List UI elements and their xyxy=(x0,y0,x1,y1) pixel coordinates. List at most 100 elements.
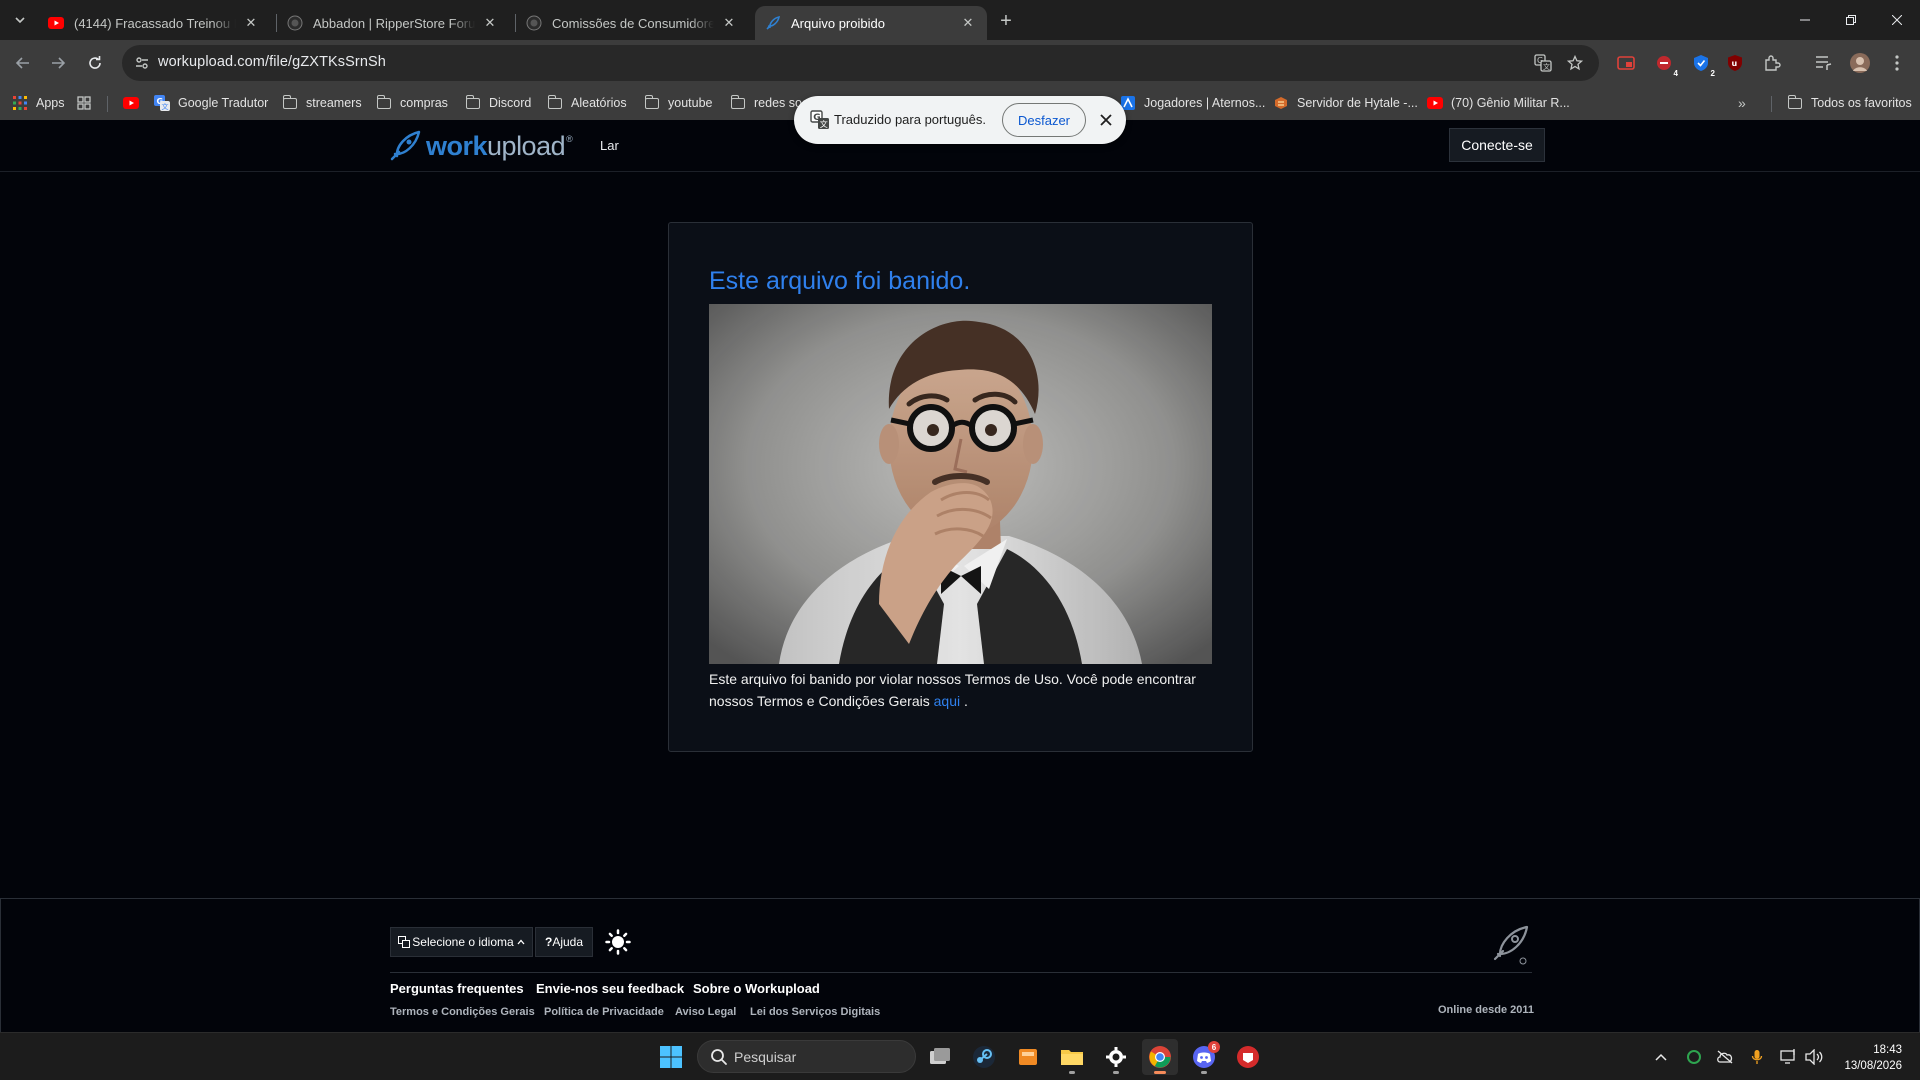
bookmark-apps[interactable]: Apps xyxy=(12,92,65,114)
profile-avatar[interactable] xyxy=(1848,51,1872,75)
ban-explanation-text: Este arquivo foi banido por violar nosso… xyxy=(709,669,1212,712)
translate-page-icon[interactable]: G文 xyxy=(1531,51,1555,75)
browser-tab-4-active[interactable]: Arquivo proibido ✕ xyxy=(755,6,987,40)
tray-cloud-offline[interactable] xyxy=(1714,1046,1736,1068)
clock-time: 18:43 xyxy=(1873,1044,1902,1056)
reload-button[interactable] xyxy=(80,48,110,78)
footer-link-legal-notice[interactable]: Aviso Legal xyxy=(675,1006,736,1018)
new-tab-button[interactable]: + xyxy=(993,8,1019,34)
browser-tab-3[interactable]: Comissões de Consumidores de ✕ xyxy=(516,6,748,40)
folder-icon xyxy=(376,94,392,111)
terms-here-link[interactable]: aqui xyxy=(934,693,960,709)
tray-green-app[interactable] xyxy=(1683,1046,1705,1068)
browser-tab-1[interactable]: (4144) Fracassado Treinou PESADO ✕ xyxy=(38,6,270,40)
bookmark-folder-aleatorios[interactable]: Aleatórios xyxy=(547,92,627,114)
bookmark-tab-groups[interactable] xyxy=(76,92,100,114)
theme-toggle-button[interactable] xyxy=(605,929,631,955)
folder-icon xyxy=(1787,94,1803,111)
youtube-icon xyxy=(1427,95,1443,111)
running-indicator xyxy=(1113,1071,1119,1074)
bookmark-youtube[interactable] xyxy=(123,92,147,114)
bookmark-youtube-video[interactable]: (70) Gênio Militar R... xyxy=(1427,92,1570,114)
tab-groups-icon xyxy=(76,95,92,111)
browser-menu-icon[interactable] xyxy=(1885,51,1909,75)
bookmark-folder-youtube[interactable]: youtube xyxy=(644,92,712,114)
reload-icon xyxy=(89,56,101,69)
site-info-icon[interactable] xyxy=(130,51,154,75)
cloud-off-icon xyxy=(1717,1050,1733,1064)
close-translate-bubble-button[interactable] xyxy=(1094,108,1118,132)
footer-link-faq[interactable]: Perguntas frequentes xyxy=(390,981,524,996)
bookmark-star-icon[interactable] xyxy=(1563,51,1587,75)
minimize-button[interactable] xyxy=(1782,0,1828,40)
site-footer: Selecione o idioma ? Ajuda Perguntas fre… xyxy=(0,898,1920,1032)
taskbar-chrome-active[interactable] xyxy=(1142,1039,1178,1075)
tab-search-button[interactable] xyxy=(8,8,32,32)
system-clock[interactable]: 18:43 13/08/2026 xyxy=(1832,1042,1902,1074)
bookmark-folder-discord[interactable]: Discord xyxy=(465,92,531,114)
hytale-icon xyxy=(1273,95,1289,111)
help-button[interactable]: ? Ajuda xyxy=(535,927,593,957)
taskbar-orange-app[interactable] xyxy=(1010,1039,1046,1075)
connect-button[interactable]: Conecte-se xyxy=(1449,128,1545,162)
bookmark-hytale[interactable]: Servidor de Hytale -... xyxy=(1273,92,1418,114)
tray-network[interactable] xyxy=(1778,1046,1800,1068)
taskbar-discord[interactable]: 6 xyxy=(1186,1039,1222,1075)
undo-translation-button[interactable]: Desfazer xyxy=(1002,103,1086,137)
taskbar-red-app[interactable] xyxy=(1230,1039,1266,1075)
bookmark-all-favorites[interactable]: Todos os favoritos xyxy=(1787,92,1912,114)
ban-explanation-end: . xyxy=(963,692,968,709)
nav-home-link[interactable]: Lar xyxy=(600,138,619,153)
footer-link-about[interactable]: Sobre o Workupload xyxy=(693,981,820,996)
bookmark-folder-streamers[interactable]: streamers xyxy=(282,92,362,114)
close-window-button[interactable] xyxy=(1874,0,1920,40)
chrome-icon xyxy=(1149,1046,1171,1068)
address-bar[interactable]: workupload.com/file/gZXTKsSrnSh G文 xyxy=(122,45,1599,81)
restore-button[interactable] xyxy=(1828,0,1874,40)
bookmark-label: Todos os favoritos xyxy=(1811,96,1912,110)
notification-badge: 6 xyxy=(1208,1041,1220,1053)
folder-icon xyxy=(282,94,298,111)
extensions-puzzle-icon[interactable] xyxy=(1760,51,1784,75)
tab-strip: (4144) Fracassado Treinou PESADO ✕ Abbad… xyxy=(0,0,1920,40)
bookmark-aternos[interactable]: Jogadores | Aternos... xyxy=(1120,92,1265,114)
close-tab-icon[interactable]: ✕ xyxy=(959,14,977,32)
ublock-shield-icon[interactable]: u xyxy=(1723,51,1747,75)
show-hidden-icons-button[interactable] xyxy=(1650,1046,1672,1068)
forward-button[interactable] xyxy=(43,48,73,78)
tray-volume[interactable] xyxy=(1803,1046,1825,1068)
bookmarks-overflow-button[interactable]: » xyxy=(1738,92,1746,114)
media-control-icon[interactable] xyxy=(1812,51,1836,75)
start-button[interactable] xyxy=(653,1039,689,1075)
close-tab-icon[interactable]: ✕ xyxy=(720,14,738,32)
red-app-icon xyxy=(1237,1046,1259,1068)
bookmark-google-tradutor[interactable]: G文 Google Tradutor xyxy=(154,92,268,114)
close-tab-icon[interactable]: ✕ xyxy=(242,14,260,32)
taskbar-file-explorer[interactable] xyxy=(1054,1039,1090,1075)
language-label: Selecione o idioma xyxy=(412,935,514,949)
workupload-logo[interactable]: workupload ® xyxy=(388,128,573,164)
browser-tab-2[interactable]: Abbadon | RipperStore Forums ✕ xyxy=(277,6,509,40)
footer-link-terms[interactable]: Termos e Condições Gerais xyxy=(390,1006,535,1018)
tab-title: Abbadon | RipperStore Forums xyxy=(313,15,475,31)
shield-extension-icon[interactable]: 2 xyxy=(1689,51,1716,78)
taskbar-search-box[interactable]: Pesquisar xyxy=(697,1040,916,1073)
footer-link-digital-services-act[interactable]: Lei dos Serviços Digitais xyxy=(750,1006,880,1018)
surprised-man-photo xyxy=(709,304,1212,664)
tray-microphone[interactable] xyxy=(1746,1046,1768,1068)
windows-taskbar: Pesquisar 6 18:43 13/08/2026 xyxy=(0,1032,1920,1080)
red-extension-icon[interactable]: 4 xyxy=(1652,51,1679,78)
task-view-button[interactable] xyxy=(922,1039,958,1075)
back-button[interactable] xyxy=(8,48,38,78)
bookmark-folder-compras[interactable]: compras xyxy=(376,92,448,114)
close-tab-icon[interactable]: ✕ xyxy=(481,14,499,32)
taskbar-gear-app[interactable] xyxy=(1098,1039,1134,1075)
launcher-app-icon xyxy=(1019,1049,1037,1065)
language-select-button[interactable]: Selecione o idioma xyxy=(390,927,533,957)
cast-extension-icon[interactable] xyxy=(1614,51,1638,75)
rocket-logo-icon xyxy=(390,130,421,161)
footer-link-privacy[interactable]: Política de Privacidade xyxy=(544,1006,664,1018)
taskbar-steam[interactable] xyxy=(966,1039,1002,1075)
task-view-icon xyxy=(930,1048,950,1064)
footer-link-feedback[interactable]: Envie-nos seu feedback xyxy=(536,981,684,996)
